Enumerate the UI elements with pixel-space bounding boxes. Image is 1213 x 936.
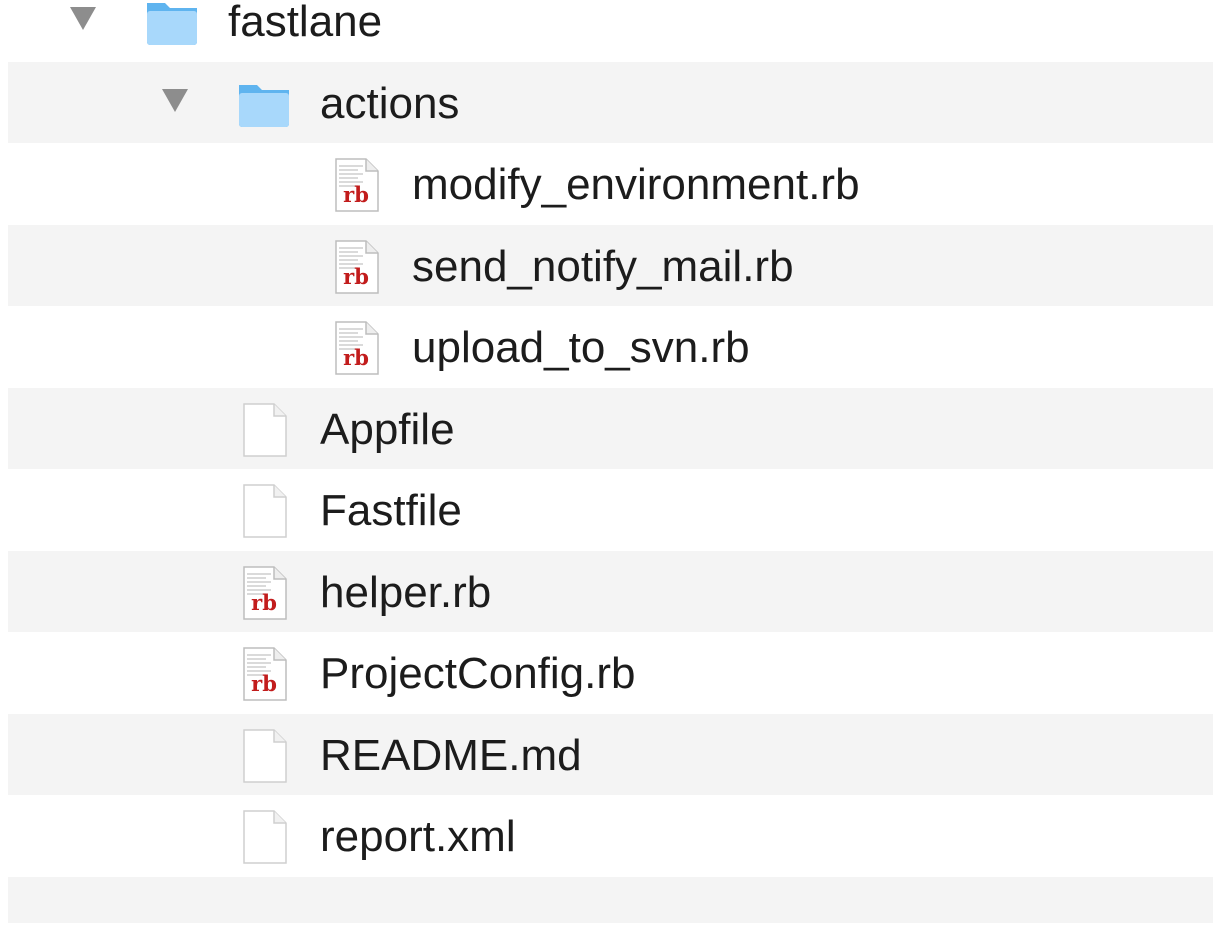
tree-row[interactable]: README.md xyxy=(8,713,1213,795)
tree-row[interactable]: actions xyxy=(8,61,1213,143)
ruby-file-icon-graphic: rb xyxy=(243,647,287,701)
tree-row[interactable]: fastlane xyxy=(8,0,1213,61)
folder-icon-graphic xyxy=(239,84,289,127)
tree-item-label: upload_to_svn.rb xyxy=(412,323,750,372)
tree-item-label: Fastfile xyxy=(320,486,462,535)
document-icon xyxy=(236,809,292,865)
document-icon xyxy=(236,728,292,784)
ruby-file-icon-graphic: rb xyxy=(335,321,379,375)
tree-row[interactable]: rb modify_environment.rb xyxy=(8,143,1213,224)
svg-text:rb: rb xyxy=(343,182,369,207)
document-icon-graphic xyxy=(243,728,287,783)
tree-row[interactable]: rb ProjectConfig.rb xyxy=(8,632,1213,713)
svg-text:rb: rb xyxy=(251,671,277,696)
empty-row xyxy=(8,876,1213,923)
ruby-file-icon-graphic: rb xyxy=(335,158,379,212)
ruby-file-icon: rb xyxy=(236,565,292,621)
tree-item-label: README.md xyxy=(320,730,582,780)
tree-row[interactable]: rb upload_to_svn.rb xyxy=(8,306,1213,387)
tree-item-label: report.xml xyxy=(320,812,516,861)
tree-item-label: actions xyxy=(320,78,460,128)
tree-row[interactable]: Appfile xyxy=(8,387,1213,469)
document-icon-graphic xyxy=(243,484,287,538)
ruby-file-icon-graphic: rb xyxy=(335,239,379,294)
ruby-file-icon: rb xyxy=(328,157,384,213)
tree-item-label: helper.rb xyxy=(320,567,492,617)
document-icon-graphic xyxy=(243,402,287,457)
file-tree: fastlane actions rb modify_environment.rb rb… xyxy=(0,0,1213,936)
ruby-file-icon: rb xyxy=(236,646,292,702)
tree-item-label: Appfile xyxy=(320,404,455,454)
svg-text:rb: rb xyxy=(251,590,277,615)
document-icon-graphic xyxy=(243,810,287,864)
tree-row[interactable]: rb helper.rb xyxy=(8,550,1213,632)
folder-icon xyxy=(144,0,200,50)
disclosure-triangle-icon[interactable] xyxy=(70,7,96,30)
tree-item-label: fastlane xyxy=(228,0,383,46)
ruby-file-icon-graphic: rb xyxy=(243,565,287,620)
folder-icon xyxy=(236,76,292,132)
tree-row[interactable]: Fastfile xyxy=(8,469,1213,550)
document-icon xyxy=(236,483,292,539)
svg-text:rb: rb xyxy=(343,264,369,289)
tree-item-label: send_notify_mail.rb xyxy=(412,241,794,291)
tree-row[interactable]: report.xml xyxy=(8,795,1213,876)
disclosure-triangle-icon[interactable] xyxy=(162,88,188,112)
folder-icon-graphic xyxy=(147,3,197,45)
tree-item-label: ProjectConfig.rb xyxy=(320,649,636,698)
tree-row[interactable]: rb send_notify_mail.rb xyxy=(8,224,1213,306)
svg-text:rb: rb xyxy=(343,345,369,370)
tree-item-label: modify_environment.rb xyxy=(412,160,860,209)
document-icon xyxy=(236,402,292,458)
ruby-file-icon: rb xyxy=(328,239,384,295)
ruby-file-icon: rb xyxy=(328,320,384,376)
